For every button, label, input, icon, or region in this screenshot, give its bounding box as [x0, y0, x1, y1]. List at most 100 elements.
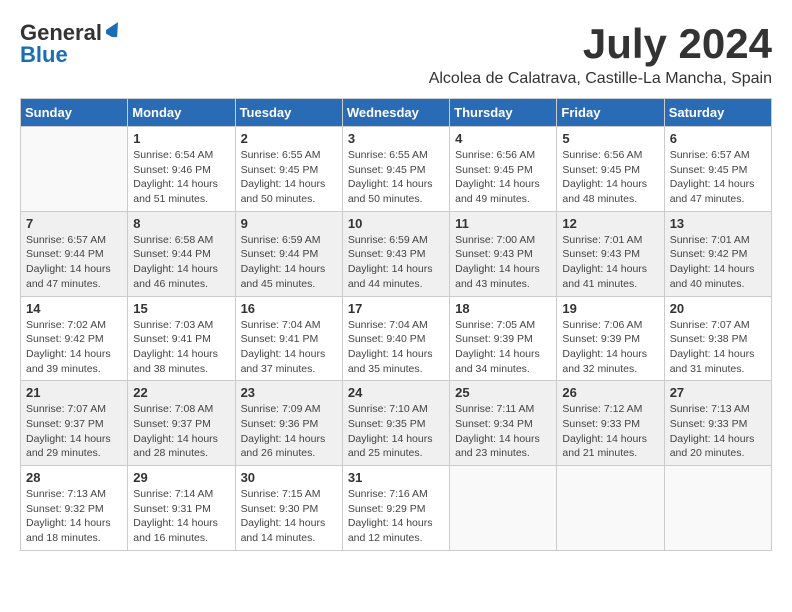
day-number: 12 [562, 216, 658, 231]
calendar-cell: 30Sunrise: 7:15 AM Sunset: 9:30 PM Dayli… [235, 466, 342, 551]
calendar-cell: 11Sunrise: 7:00 AM Sunset: 9:43 PM Dayli… [450, 211, 557, 296]
day-info: Sunrise: 7:13 AM Sunset: 9:32 PM Dayligh… [26, 487, 122, 546]
weekday-tuesday: Tuesday [235, 99, 342, 127]
day-info: Sunrise: 7:07 AM Sunset: 9:37 PM Dayligh… [26, 402, 122, 461]
day-info: Sunrise: 7:01 AM Sunset: 9:43 PM Dayligh… [562, 233, 658, 292]
calendar-title: July 2024 [429, 20, 772, 68]
day-info: Sunrise: 7:12 AM Sunset: 9:33 PM Dayligh… [562, 402, 658, 461]
day-info: Sunrise: 6:57 AM Sunset: 9:45 PM Dayligh… [670, 148, 766, 207]
day-number: 7 [26, 216, 122, 231]
day-number: 25 [455, 385, 551, 400]
calendar-cell: 4 Sunrise: 6:56 AM Sunset: 9:45 PM Daylig… [450, 127, 557, 212]
day-info: Sunrise: 7:03 AM Sunset: 9:41 PM Dayligh… [133, 318, 229, 377]
day-info: Sunrise: 7:04 AM Sunset: 9:40 PM Dayligh… [348, 318, 444, 377]
calendar-cell: 14Sunrise: 7:02 AM Sunset: 9:42 PM Dayli… [21, 296, 128, 381]
logo-triangle-shape [106, 21, 122, 42]
calendar-cell: 24 Sunrise: 7:10 AM Sunset: 9:35 PM Dayli… [342, 381, 449, 466]
logo: General Blue [20, 20, 122, 68]
day-number: 24 [348, 385, 444, 400]
day-number: 6 [670, 131, 766, 146]
calendar-cell: 6 Sunrise: 6:57 AM Sunset: 9:45 PM Daylig… [664, 127, 771, 212]
header: General Blue July 2024 Alcolea de Calatr… [20, 20, 772, 88]
day-info: Sunrise: 6:59 AM Sunset: 9:43 PM Dayligh… [348, 233, 444, 292]
calendar-cell [664, 466, 771, 551]
day-number: 3 [348, 131, 444, 146]
day-info: Sunrise: 6:56 AM Sunset: 9:45 PM Dayligh… [455, 148, 551, 207]
calendar-cell [21, 127, 128, 212]
weekday-monday: Monday [128, 99, 235, 127]
day-number: 4 [455, 131, 551, 146]
calendar-cell: 8Sunrise: 6:58 AM Sunset: 9:44 PM Daylig… [128, 211, 235, 296]
day-info: Sunrise: 7:10 AM Sunset: 9:35 PM Dayligh… [348, 402, 444, 461]
day-number: 9 [241, 216, 337, 231]
calendar-cell: 26 Sunrise: 7:12 AM Sunset: 9:33 PM Dayli… [557, 381, 664, 466]
day-number: 18 [455, 301, 551, 316]
calendar-subtitle: Alcolea de Calatrava, Castille-La Mancha… [429, 70, 772, 88]
logo-blue-text: Blue [20, 42, 68, 68]
day-number: 15 [133, 301, 229, 316]
calendar-week-row: 21 Sunrise: 7:07 AM Sunset: 9:37 PM Dayli… [21, 381, 772, 466]
calendar-cell: 31 Sunrise: 7:16 AM Sunset: 9:29 PM Dayli… [342, 466, 449, 551]
weekday-friday: Friday [557, 99, 664, 127]
day-number: 17 [348, 301, 444, 316]
day-info: Sunrise: 7:14 AM Sunset: 9:31 PM Dayligh… [133, 487, 229, 546]
calendar-cell: 13 Sunrise: 7:01 AM Sunset: 9:42 PM Dayli… [664, 211, 771, 296]
day-number: 10 [348, 216, 444, 231]
calendar-table: SundayMondayTuesdayWednesdayThursdayFrid… [20, 98, 772, 551]
day-info: Sunrise: 7:16 AM Sunset: 9:29 PM Dayligh… [348, 487, 444, 546]
day-number: 21 [26, 385, 122, 400]
calendar-cell: 9 Sunrise: 6:59 AM Sunset: 9:44 PM Daylig… [235, 211, 342, 296]
calendar-cell: 7Sunrise: 6:57 AM Sunset: 9:44 PM Daylig… [21, 211, 128, 296]
day-number: 22 [133, 385, 229, 400]
weekday-saturday: Saturday [664, 99, 771, 127]
day-info: Sunrise: 7:01 AM Sunset: 9:42 PM Dayligh… [670, 233, 766, 292]
calendar-cell: 27 Sunrise: 7:13 AM Sunset: 9:33 PM Dayli… [664, 381, 771, 466]
calendar-cell: 1 Sunrise: 6:54 AM Sunset: 9:46 PM Daylig… [128, 127, 235, 212]
day-number: 26 [562, 385, 658, 400]
calendar-week-row: 1 Sunrise: 6:54 AM Sunset: 9:46 PM Daylig… [21, 127, 772, 212]
day-info: Sunrise: 7:11 AM Sunset: 9:34 PM Dayligh… [455, 402, 551, 461]
calendar-cell: 10 Sunrise: 6:59 AM Sunset: 9:43 PM Dayli… [342, 211, 449, 296]
weekday-sunday: Sunday [21, 99, 128, 127]
calendar-cell: 22 Sunrise: 7:08 AM Sunset: 9:37 PM Dayli… [128, 381, 235, 466]
day-number: 27 [670, 385, 766, 400]
day-number: 1 [133, 131, 229, 146]
calendar-week-row: 28 Sunrise: 7:13 AM Sunset: 9:32 PM Dayli… [21, 466, 772, 551]
calendar-cell: 19Sunrise: 7:06 AM Sunset: 9:39 PM Dayli… [557, 296, 664, 381]
day-number: 14 [26, 301, 122, 316]
day-number: 31 [348, 470, 444, 485]
day-info: Sunrise: 7:00 AM Sunset: 9:43 PM Dayligh… [455, 233, 551, 292]
calendar-cell: 12 Sunrise: 7:01 AM Sunset: 9:43 PM Dayli… [557, 211, 664, 296]
calendar-cell: 25 Sunrise: 7:11 AM Sunset: 9:34 PM Dayli… [450, 381, 557, 466]
day-number: 30 [241, 470, 337, 485]
day-info: Sunrise: 6:55 AM Sunset: 9:45 PM Dayligh… [348, 148, 444, 207]
day-number: 28 [26, 470, 122, 485]
calendar-week-row: 14Sunrise: 7:02 AM Sunset: 9:42 PM Dayli… [21, 296, 772, 381]
day-info: Sunrise: 7:08 AM Sunset: 9:37 PM Dayligh… [133, 402, 229, 461]
day-number: 2 [241, 131, 337, 146]
day-info: Sunrise: 7:13 AM Sunset: 9:33 PM Dayligh… [670, 402, 766, 461]
calendar-cell [557, 466, 664, 551]
calendar-cell: 21 Sunrise: 7:07 AM Sunset: 9:37 PM Dayli… [21, 381, 128, 466]
weekday-header-row: SundayMondayTuesdayWednesdayThursdayFrid… [21, 99, 772, 127]
calendar-cell [450, 466, 557, 551]
calendar-cell: 15 Sunrise: 7:03 AM Sunset: 9:41 PM Dayli… [128, 296, 235, 381]
day-info: Sunrise: 7:04 AM Sunset: 9:41 PM Dayligh… [241, 318, 337, 377]
day-info: Sunrise: 6:59 AM Sunset: 9:44 PM Dayligh… [241, 233, 337, 292]
day-number: 13 [670, 216, 766, 231]
title-section: July 2024 Alcolea de Calatrava, Castille… [429, 20, 772, 88]
day-info: Sunrise: 6:54 AM Sunset: 9:46 PM Dayligh… [133, 148, 229, 207]
day-info: Sunrise: 7:07 AM Sunset: 9:38 PM Dayligh… [670, 318, 766, 377]
calendar-cell: 5Sunrise: 6:56 AM Sunset: 9:45 PM Daylig… [557, 127, 664, 212]
weekday-wednesday: Wednesday [342, 99, 449, 127]
day-info: Sunrise: 7:09 AM Sunset: 9:36 PM Dayligh… [241, 402, 337, 461]
day-info: Sunrise: 7:06 AM Sunset: 9:39 PM Dayligh… [562, 318, 658, 377]
calendar-cell: 20Sunrise: 7:07 AM Sunset: 9:38 PM Dayli… [664, 296, 771, 381]
day-info: Sunrise: 6:56 AM Sunset: 9:45 PM Dayligh… [562, 148, 658, 207]
weekday-thursday: Thursday [450, 99, 557, 127]
calendar-cell: 17 Sunrise: 7:04 AM Sunset: 9:40 PM Dayli… [342, 296, 449, 381]
day-info: Sunrise: 6:55 AM Sunset: 9:45 PM Dayligh… [241, 148, 337, 207]
calendar-cell: 18Sunrise: 7:05 AM Sunset: 9:39 PM Dayli… [450, 296, 557, 381]
day-number: 29 [133, 470, 229, 485]
day-info: Sunrise: 6:58 AM Sunset: 9:44 PM Dayligh… [133, 233, 229, 292]
